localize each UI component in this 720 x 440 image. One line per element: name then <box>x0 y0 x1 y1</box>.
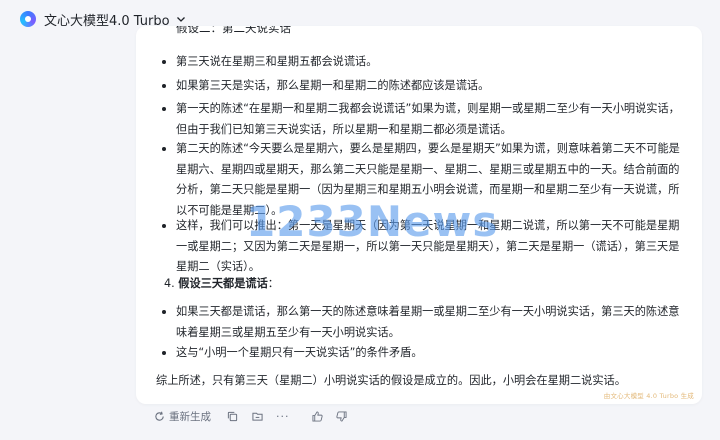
copy-icon <box>227 411 238 422</box>
thumbs-down-icon <box>335 410 347 422</box>
ai-generated-mark: 由文心大模型 4.0 Turbo 生成 <box>603 392 694 400</box>
thumbs-up-icon <box>311 410 323 422</box>
like-button[interactable] <box>311 410 323 422</box>
summary-text: 综上所述，只有第三天（星期二）小明说实话的假设是成立的。因此，小明会在星期二说实… <box>156 374 626 387</box>
ellipsis-icon: ··· <box>276 409 290 423</box>
dislike-button[interactable] <box>335 410 347 422</box>
copy-button[interactable] <box>227 411 238 422</box>
bullet-item: 如果第三天是实话，那么星期一和星期二的陈述都应该是谎话。 <box>162 76 690 97</box>
regenerate-label: 重新生成 <box>169 410 211 423</box>
ernie-logo-icon <box>20 11 36 27</box>
bullet-item: 第三天说在星期三和星期五都会说谎话。 <box>162 52 690 73</box>
more-button[interactable]: ··· <box>276 410 290 423</box>
bullet-item: 第二天的陈述“今天要么是星期六，要么是星期四，要么是星期天”如果为谎，则意味着第… <box>162 139 690 221</box>
save-button[interactable] <box>252 411 263 422</box>
case-4-title: 假设三天都是谎话 <box>178 277 268 290</box>
assistant-message-card: 假设二：第二天说实话 第三天说在星期三和星期五都会说谎话。 如果第三天是实话，那… <box>136 26 702 404</box>
bullet-item: 如果三天都是谎话，那么第一天的陈述意味着星期一或星期二至少有一天小明说实话，第三… <box>162 302 690 343</box>
message-toolbar: 重新生成 ··· <box>154 406 347 426</box>
regenerate-button[interactable]: 重新生成 <box>154 409 211 424</box>
folder-icon <box>252 411 263 422</box>
heading-colon: ： <box>267 277 279 290</box>
chevron-down-icon[interactable] <box>176 14 186 24</box>
case-4-heading: 4. 假设三天都是谎话： <box>164 274 684 295</box>
bullet-item: 这与“小明一个星期只有一天说实话”的条件矛盾。 <box>162 343 690 364</box>
bullet-item: 第一天的陈述“在星期一和星期二我都会说谎话”如果为谎，则星期一或星期二至少有一天… <box>162 99 690 140</box>
list-number: 4. <box>164 277 175 290</box>
bullet-item: 这样，我们可以推出：第一天是星期天（因为第一天说星期一和星期二说谎，所以第一天不… <box>162 216 690 278</box>
cut-off-line: 假设二：第二天说实话 <box>176 26 291 35</box>
refresh-icon <box>154 411 165 422</box>
